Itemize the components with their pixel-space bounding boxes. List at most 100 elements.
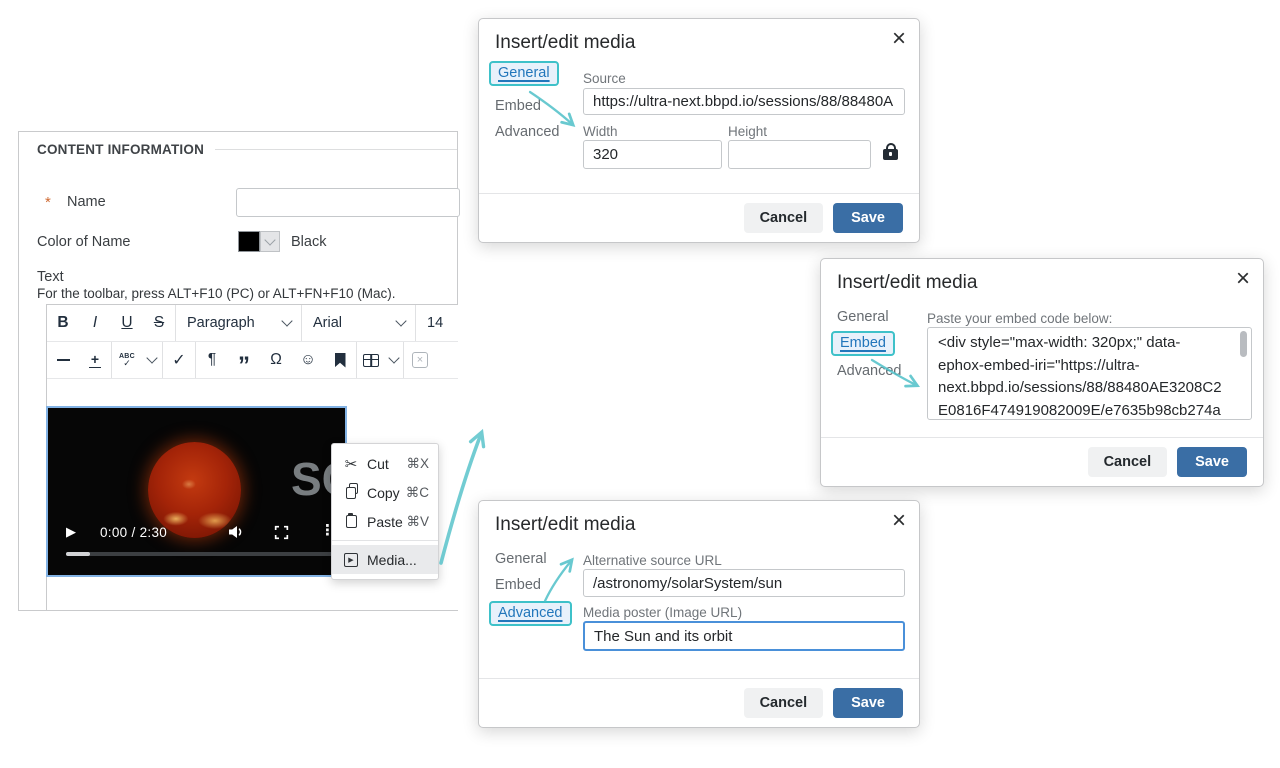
tab-general[interactable]: General bbox=[837, 309, 889, 325]
source-input[interactable] bbox=[583, 88, 905, 115]
video-player[interactable]: SC ▶ 0:00 / 2:30 ⋮ bbox=[48, 408, 345, 575]
menu-shortcut: ⌘V bbox=[406, 514, 429, 530]
required-asterisk: * bbox=[45, 194, 51, 211]
pilcrow-icon: ¶ bbox=[208, 351, 216, 369]
toolbar-row-1: B I U S Paragraph Arial 14 bbox=[47, 305, 458, 342]
clipboard-icon bbox=[346, 515, 357, 528]
smiley-icon: ☺ bbox=[300, 351, 316, 369]
page-canvas: CONTENT INFORMATION * Name Color of Name… bbox=[0, 0, 1280, 768]
scrollbar-thumb[interactable] bbox=[1240, 331, 1247, 357]
save-button[interactable]: Save bbox=[1177, 447, 1247, 477]
volume-icon[interactable] bbox=[228, 525, 245, 544]
tab-advanced[interactable]: Advanced bbox=[489, 601, 572, 626]
poster-input[interactable] bbox=[583, 621, 905, 651]
width-input[interactable] bbox=[583, 140, 722, 169]
cancel-button[interactable]: Cancel bbox=[744, 688, 824, 718]
tab-advanced[interactable]: Advanced bbox=[837, 363, 902, 379]
bookmark-icon bbox=[335, 353, 346, 368]
alt-source-input[interactable] bbox=[583, 569, 905, 597]
tab-advanced[interactable]: Advanced bbox=[495, 124, 560, 140]
embed-code-textarea[interactable]: <div style="max-width: 320px;" data- eph… bbox=[927, 327, 1252, 420]
dialog-title: Insert/edit media bbox=[837, 272, 977, 294]
video-controls: ▶ 0:00 / 2:30 ⋮ bbox=[48, 518, 345, 546]
cancel-button[interactable]: Cancel bbox=[744, 203, 824, 233]
font-family-value: Arial bbox=[313, 315, 342, 331]
video-time: 0:00 / 2:30 bbox=[100, 525, 167, 540]
menu-item-label: Media... bbox=[367, 552, 429, 568]
save-button[interactable]: Save bbox=[833, 203, 903, 233]
dialog-footer: Cancel Save bbox=[479, 678, 919, 727]
anchor-button[interactable] bbox=[324, 342, 356, 378]
insert-edit-media-dialog-general: Insert/edit media × General Embed Advanc… bbox=[478, 18, 920, 243]
menu-item-label: Copy bbox=[367, 485, 406, 501]
video-progress-bar[interactable] bbox=[66, 552, 337, 556]
paragraph-marks-button[interactable]: ¶ bbox=[196, 342, 228, 378]
tab-general[interactable]: General bbox=[495, 551, 547, 567]
play-icon[interactable]: ▶ bbox=[66, 524, 76, 540]
dialog-title: Insert/edit media bbox=[495, 514, 635, 536]
spellcheck-button[interactable]: ABC ✓ bbox=[112, 342, 142, 378]
tab-embed[interactable]: Embed bbox=[495, 98, 541, 114]
bold-button[interactable]: B bbox=[47, 305, 79, 341]
blockquote-button[interactable]: ” bbox=[228, 342, 260, 378]
cancel-button[interactable]: Cancel bbox=[1088, 447, 1168, 477]
copy-icon bbox=[346, 487, 356, 499]
plus-bar-icon: + bbox=[89, 352, 101, 369]
color-of-name-label: Color of Name bbox=[37, 234, 130, 250]
chevron-down-icon bbox=[388, 352, 399, 363]
emoticons-button[interactable]: ☺ bbox=[292, 342, 324, 378]
italic-button[interactable]: I bbox=[79, 305, 111, 341]
save-button[interactable]: Save bbox=[833, 688, 903, 718]
menu-item-paste[interactable]: Paste ⌘V bbox=[332, 507, 438, 536]
insert-content-button[interactable]: + bbox=[79, 342, 111, 378]
tab-general[interactable]: General bbox=[489, 61, 559, 86]
omega-icon: Ω bbox=[270, 351, 282, 369]
title-divider bbox=[215, 149, 457, 150]
chevron-down-icon bbox=[281, 315, 292, 326]
lock-icon[interactable] bbox=[883, 149, 898, 160]
tab-embed[interactable]: Embed bbox=[495, 577, 541, 593]
math-editor-button[interactable]: ✓ bbox=[163, 342, 195, 378]
close-icon[interactable]: × bbox=[1236, 265, 1250, 294]
color-swatch-black[interactable] bbox=[238, 231, 260, 252]
scissors-icon: ✂ bbox=[341, 455, 361, 473]
toolbar-row-2: + ABC ✓ ✓ ¶ ” Ω ☺ bbox=[47, 342, 458, 379]
height-input[interactable] bbox=[728, 140, 871, 169]
name-input[interactable] bbox=[236, 188, 460, 217]
menu-item-label: Cut bbox=[367, 456, 406, 472]
close-icon[interactable]: × bbox=[892, 25, 906, 54]
color-dropdown-button[interactable] bbox=[260, 231, 280, 252]
spellcheck-dropdown[interactable] bbox=[142, 342, 162, 378]
checkmark-icon: ✓ bbox=[172, 350, 185, 370]
delete-table-button[interactable]: × bbox=[404, 342, 436, 378]
color-value-label: Black bbox=[291, 234, 326, 250]
dialog-title: Insert/edit media bbox=[495, 32, 635, 54]
menu-item-label: Paste bbox=[367, 514, 406, 530]
chevron-down-icon bbox=[395, 315, 406, 326]
spellcheck-icon: ABC ✓ bbox=[119, 353, 135, 368]
font-family-select[interactable]: Arial bbox=[302, 305, 415, 341]
font-size-select[interactable]: 14 bbox=[416, 305, 450, 341]
table-dropdown[interactable] bbox=[385, 342, 403, 378]
close-icon[interactable]: × bbox=[892, 507, 906, 536]
poster-label: Media poster (Image URL) bbox=[583, 605, 742, 620]
paragraph-style-select[interactable]: Paragraph bbox=[176, 305, 301, 341]
strikethrough-button[interactable]: S bbox=[143, 305, 175, 341]
text-label: Text bbox=[37, 269, 64, 285]
special-character-button[interactable]: Ω bbox=[260, 342, 292, 378]
media-play-icon: ▶ bbox=[344, 553, 358, 567]
horizontal-rule-button[interactable] bbox=[47, 342, 79, 378]
source-label: Source bbox=[583, 71, 626, 86]
toolbar-hint: For the toolbar, press ALT+F10 (PC) or A… bbox=[37, 286, 396, 301]
menu-item-media[interactable]: ▶ Media... bbox=[332, 545, 438, 574]
height-label: Height bbox=[728, 124, 767, 139]
menu-shortcut: ⌘C bbox=[406, 485, 429, 501]
menu-item-copy[interactable]: Copy ⌘C bbox=[332, 478, 438, 507]
table-button[interactable] bbox=[357, 342, 385, 378]
name-label: Name bbox=[67, 194, 106, 210]
alt-source-label: Alternative source URL bbox=[583, 553, 722, 568]
tab-embed[interactable]: Embed bbox=[831, 331, 895, 356]
fullscreen-icon[interactable] bbox=[274, 525, 289, 545]
underline-button[interactable]: U bbox=[111, 305, 143, 341]
menu-item-cut[interactable]: ✂ Cut ⌘X bbox=[332, 449, 438, 478]
